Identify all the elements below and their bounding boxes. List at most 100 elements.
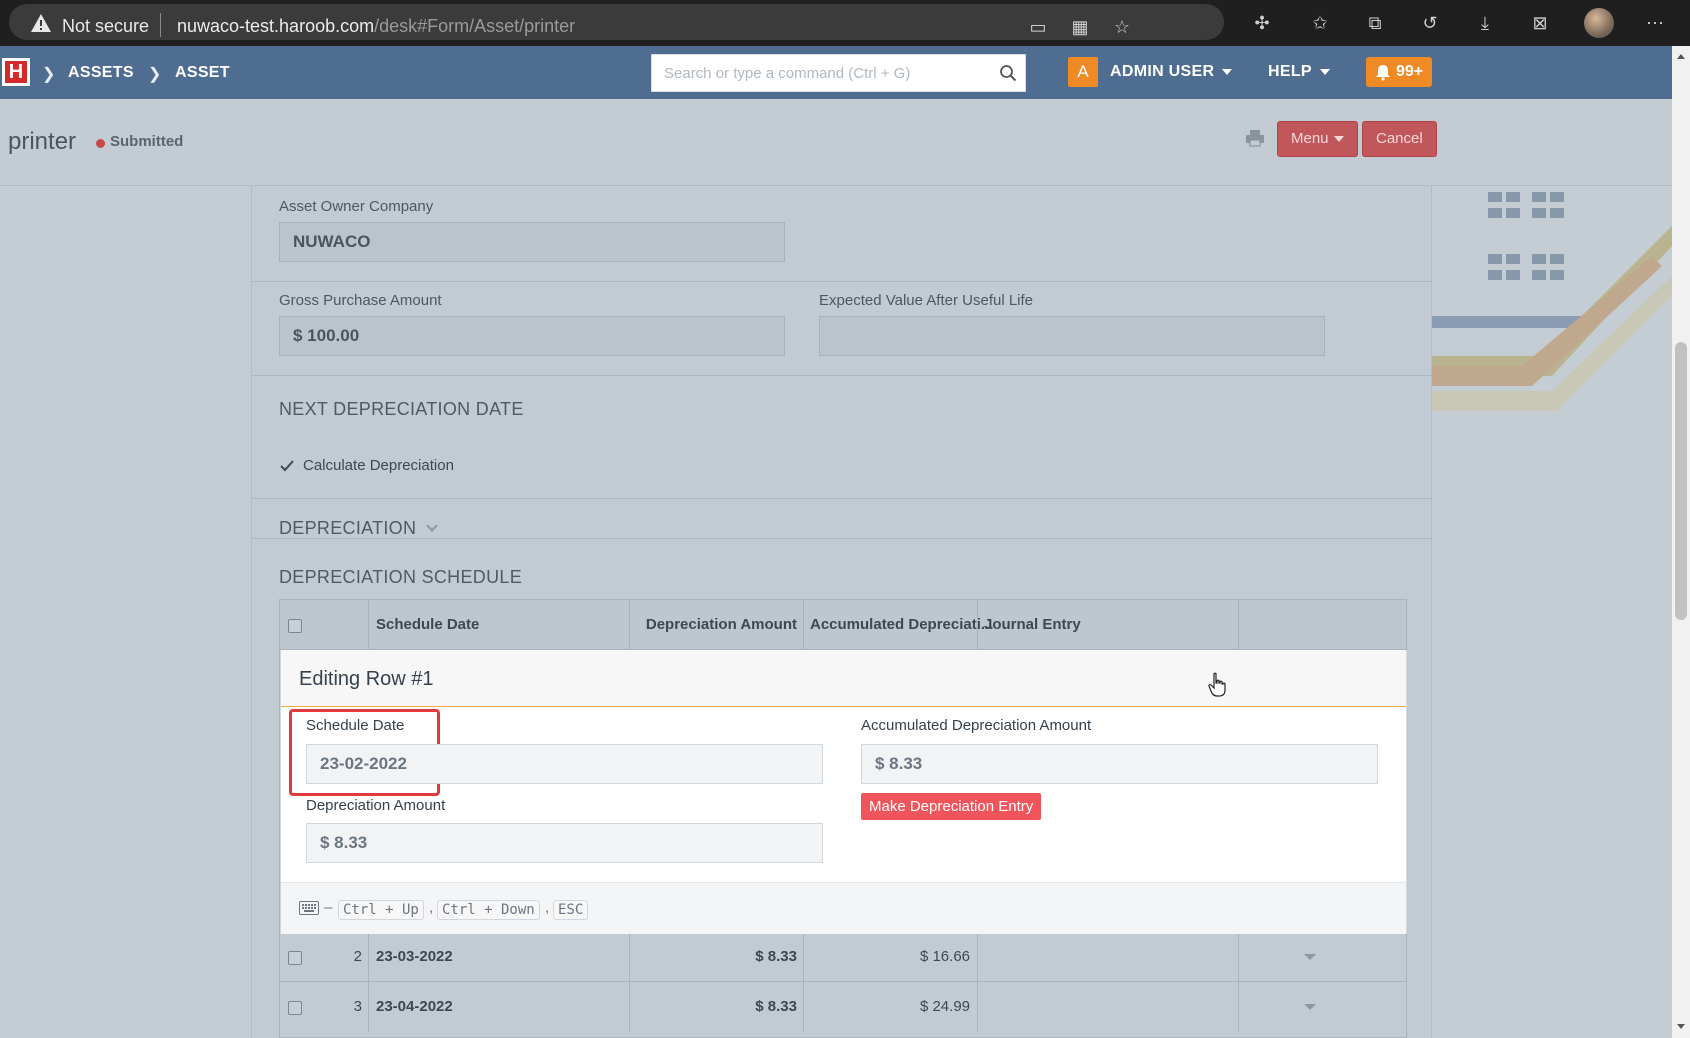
search-icon[interactable]	[999, 64, 1017, 82]
app-navbar: H ❯ ASSETS ❯ ASSET A ADMIN USER HELP 99+	[0, 46, 1672, 99]
url-text[interactable]: nuwaco-test.haroob.com/desk#Form/Asset/p…	[177, 16, 575, 37]
background-art	[1432, 192, 1672, 411]
section-divider	[252, 538, 1433, 539]
search-box	[651, 54, 1026, 92]
search-input[interactable]	[652, 55, 982, 91]
grid-header: Schedule Date Depreciation Amount Accumu…	[280, 600, 1406, 650]
page-head: printer Submitted Menu Cancel	[0, 99, 1672, 186]
more-icon[interactable]: ⋯	[1643, 12, 1667, 34]
add-favorite-icon[interactable]: ☆	[1110, 16, 1134, 38]
background-illustration	[1432, 186, 1672, 411]
apps-icon[interactable]: ▦	[1068, 16, 1092, 38]
chevron-right-icon: ❯	[42, 66, 56, 83]
url-host: nuwaco-test.haroob.com	[177, 16, 375, 36]
caret-down-icon	[1319, 68, 1330, 75]
address-bar[interactable]: Not secure nuwaco-test.haroob.com/desk#F…	[9, 4, 1224, 40]
help-label: HELP	[1268, 63, 1312, 80]
row-accumulated: $ 24.99	[919, 998, 970, 1015]
math-solver-icon[interactable]: ⊠	[1528, 12, 1552, 34]
depreciation-heading: DEPRECIATION	[279, 518, 417, 538]
download-icon[interactable]: ⤓	[1473, 12, 1497, 34]
section-divider	[252, 281, 1433, 282]
breadcrumb-asset[interactable]: ASSET	[175, 64, 230, 82]
url-path: /desk#Form/Asset/printer	[374, 16, 576, 36]
column-separator	[803, 600, 804, 650]
row-expand-icon[interactable]	[1304, 954, 1316, 960]
section-divider	[252, 375, 1433, 376]
next-depreciation-heading: NEXT DEPRECIATION DATE	[279, 399, 524, 419]
row-checkbox[interactable]	[288, 951, 302, 965]
shortcut-dash: –	[324, 899, 333, 916]
status-badge: Submitted	[110, 133, 184, 150]
profile-avatar[interactable]	[1584, 8, 1614, 38]
expected-value-field[interactable]	[819, 316, 1325, 356]
row-schedule-date: 23-04-2022	[376, 998, 453, 1015]
user-menu[interactable]: ADMIN USER	[1110, 63, 1233, 81]
check-icon[interactable]	[279, 458, 295, 474]
keyboard-icon	[299, 901, 319, 915]
column-separator	[803, 932, 804, 982]
help-menu[interactable]: HELP	[1268, 63, 1330, 81]
cast-icon[interactable]: ▭	[1026, 16, 1050, 38]
extensions-icon[interactable]: ✣	[1250, 12, 1274, 34]
scrollbar-thumb[interactable]	[1675, 342, 1687, 620]
menu-label: Menu	[1291, 130, 1329, 147]
breadcrumb-assets[interactable]: ASSETS	[68, 64, 134, 82]
column-separator	[1238, 982, 1239, 1032]
cancel-button[interactable]: Cancel	[1362, 121, 1437, 157]
depreciation-schedule-heading: DEPRECIATION SCHEDULE	[279, 567, 523, 587]
scroll-up-icon[interactable]	[1677, 54, 1685, 59]
browser-toolbar: Not secure nuwaco-test.haroob.com/desk#F…	[0, 0, 1690, 46]
app-logo[interactable]: H	[2, 58, 30, 86]
bell-icon	[1376, 65, 1390, 81]
collections-icon[interactable]: ⧉	[1363, 12, 1387, 34]
editing-row-title: Editing Row #1	[299, 668, 434, 690]
column-separator	[368, 982, 369, 1032]
asset-owner-company-field[interactable]: NUWACO	[279, 222, 785, 262]
page-scrollbar[interactable]	[1672, 46, 1690, 1038]
user-avatar[interactable]: A	[1068, 57, 1098, 87]
row-index: 2	[353, 948, 362, 965]
scroll-down-icon[interactable]	[1677, 1024, 1685, 1029]
table-row[interactable]: 3 23-04-2022 $ 8.33 $ 24.99	[280, 981, 1406, 1032]
row-expand-icon[interactable]	[1304, 1004, 1316, 1010]
security-label[interactable]: Not secure	[62, 16, 149, 37]
notifications-button[interactable]: 99+	[1366, 57, 1432, 87]
history-icon[interactable]: ↺	[1418, 12, 1442, 34]
column-accumulated-depreciation: Accumulated Depreciati...	[810, 616, 994, 633]
column-separator	[977, 932, 978, 982]
column-schedule-date: Schedule Date	[376, 616, 480, 633]
expected-value-label: Expected Value After Useful Life	[819, 292, 1034, 309]
print-icon[interactable]	[1245, 129, 1265, 147]
select-all-checkbox[interactable]	[288, 619, 302, 633]
schedule-date-label: Schedule Date	[306, 717, 405, 734]
favorites-icon[interactable]: ✩	[1308, 12, 1332, 34]
editing-row-header[interactable]: Editing Row #1	[281, 650, 1406, 707]
menu-button[interactable]: Menu	[1277, 121, 1358, 157]
schedule-date-field[interactable]: 23-02-2022	[306, 744, 823, 784]
warning-icon[interactable]	[30, 13, 52, 33]
accumulated-depreciation-field[interactable]: $ 8.33	[861, 744, 1378, 784]
gross-purchase-amount-field[interactable]: $ 100.00	[279, 316, 785, 356]
notification-count: 99+	[1396, 63, 1424, 80]
column-journal-entry: Journal Entry	[984, 616, 1081, 633]
chevron-right-icon: ❯	[148, 66, 162, 83]
row-schedule-date: 23-03-2022	[376, 948, 453, 965]
row-depreciation-amount: $ 8.33	[755, 948, 797, 965]
shortcut-separator: ,	[429, 899, 434, 916]
editing-row-panel: Editing Row #1 Schedule Date 23-02-2022 …	[280, 650, 1407, 934]
table-row[interactable]: 2 23-03-2022 $ 8.33 $ 16.66	[280, 931, 1406, 982]
depreciation-amount-field[interactable]: $ 8.33	[306, 823, 823, 863]
caret-down-icon	[1333, 136, 1344, 143]
column-separator	[1238, 600, 1239, 650]
chevron-down-icon	[426, 520, 438, 532]
shortcut-separator: ,	[545, 899, 550, 916]
depreciation-section-toggle[interactable]: DEPRECIATION	[279, 518, 438, 539]
depreciation-amount-label: Depreciation Amount	[306, 797, 446, 814]
keyboard-shortcuts-bar: – Ctrl + Up , Ctrl + Down , ESC	[281, 882, 1406, 934]
column-depreciation-amount: Depreciation Amount	[645, 616, 797, 633]
row-checkbox[interactable]	[288, 1001, 302, 1015]
calculate-depreciation-label[interactable]: Calculate Depreciation	[303, 457, 454, 474]
make-depreciation-entry-button[interactable]: Make Depreciation Entry	[861, 793, 1042, 820]
row-index: 3	[353, 998, 362, 1015]
